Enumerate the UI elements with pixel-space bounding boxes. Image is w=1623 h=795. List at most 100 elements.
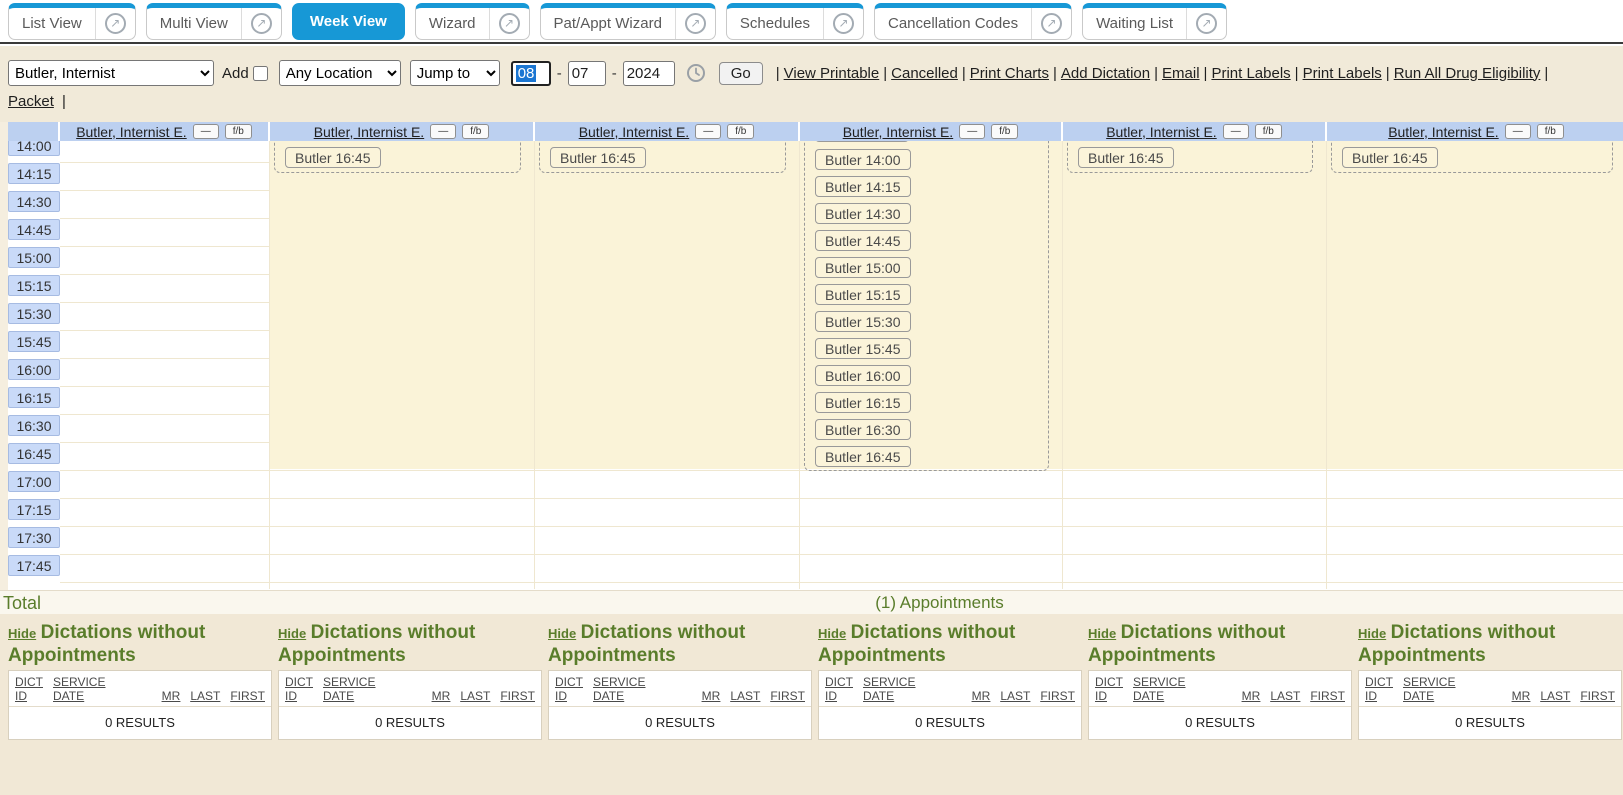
hide-link[interactable]: Hide <box>548 626 576 641</box>
column-header-dict-id[interactable]: DICTID <box>1365 675 1393 703</box>
column-header-service-date[interactable]: SERVICEDATE <box>53 675 105 703</box>
appointment-slot-button[interactable]: Butler 14:45 <box>815 230 911 251</box>
header-line[interactable]: SERVICE <box>593 675 645 689</box>
tab-label[interactable]: Week View <box>293 4 404 39</box>
header-line[interactable]: ID <box>825 689 853 703</box>
tab-label[interactable]: Cancellation Codes <box>875 8 1031 39</box>
tab-list-view[interactable]: List View↗ <box>8 3 136 40</box>
hide-link[interactable]: Hide <box>818 626 846 641</box>
column-header-first[interactable]: FIRST <box>1040 689 1075 703</box>
column-header-service-date[interactable]: SERVICEDATE <box>1133 675 1185 703</box>
provider-column-link[interactable]: Butler, Internist E. <box>579 124 690 140</box>
print-charts-link[interactable]: Print Charts <box>970 65 1049 82</box>
column-header-service-date[interactable]: SERVICEDATE <box>1403 675 1455 703</box>
header-line[interactable]: MR <box>972 689 991 703</box>
popout-button[interactable]: ↗ <box>1031 8 1071 39</box>
provider-column-link[interactable]: Butler, Internist E. <box>843 124 954 140</box>
header-line[interactable]: ID <box>555 689 583 703</box>
header-line[interactable]: DICT <box>1095 675 1123 689</box>
print-labels-link[interactable]: Print Labels <box>1303 65 1382 82</box>
collapse-column-button[interactable]: — <box>1505 124 1531 139</box>
print-labels-link[interactable]: Print Labels <box>1211 65 1290 82</box>
header-line[interactable]: ID <box>15 689 43 703</box>
column-header-dict-id[interactable]: DICTID <box>1095 675 1123 703</box>
collapse-column-button[interactable]: — <box>959 124 985 139</box>
header-line[interactable]: DATE <box>593 689 645 703</box>
collapse-column-button[interactable]: — <box>695 124 721 139</box>
tab-pat-appt-wizard[interactable]: Pat/Appt Wizard↗ <box>540 3 716 40</box>
fb-button[interactable]: f/b <box>1537 124 1564 139</box>
add-checkbox[interactable] <box>253 66 268 81</box>
hide-link[interactable]: Hide <box>1358 626 1386 641</box>
collapse-column-button[interactable]: — <box>430 124 456 139</box>
jump-to-select[interactable]: Jump to <box>410 60 500 86</box>
appointment-slot-button[interactable]: Butler 15:00 <box>815 257 911 278</box>
packet-link[interactable]: Packet <box>8 93 54 110</box>
tab-label[interactable]: Multi View <box>147 8 241 39</box>
clock-icon[interactable] <box>686 63 706 83</box>
run-all-drug-eligibility-link[interactable]: Run All Drug Eligibility <box>1394 65 1541 82</box>
header-line[interactable]: MR <box>162 689 181 703</box>
header-line[interactable]: ID <box>285 689 313 703</box>
column-header-mr[interactable]: MR <box>972 689 991 703</box>
tab-label[interactable]: Pat/Appt Wizard <box>541 8 675 39</box>
header-line[interactable]: DICT <box>15 675 43 689</box>
header-line[interactable]: DATE <box>863 689 915 703</box>
popout-button[interactable]: ↗ <box>1186 8 1226 39</box>
hide-link[interactable]: Hide <box>1088 626 1116 641</box>
fb-button[interactable]: f/b <box>727 124 754 139</box>
appointment-slot-button[interactable]: Butler 15:45 <box>815 338 911 359</box>
column-header-first[interactable]: FIRST <box>1310 689 1345 703</box>
popout-arrow-icon[interactable]: ↗ <box>1196 13 1217 34</box>
cancelled-link[interactable]: Cancelled <box>891 65 958 82</box>
header-line[interactable]: SERVICE <box>1403 675 1455 689</box>
popout-arrow-icon[interactable]: ↗ <box>105 13 126 34</box>
column-header-mr[interactable]: MR <box>1512 689 1531 703</box>
fb-button[interactable]: f/b <box>991 124 1018 139</box>
popout-arrow-icon[interactable]: ↗ <box>251 13 272 34</box>
fb-button[interactable]: f/b <box>225 124 252 139</box>
appointment-slot-button[interactable]: Butler 16:45 <box>815 446 911 467</box>
fb-button[interactable]: f/b <box>462 124 489 139</box>
header-line[interactable]: SERVICE <box>323 675 375 689</box>
date-month-input[interactable]: 08 <box>511 61 551 86</box>
tab-schedules[interactable]: Schedules↗ <box>726 3 864 40</box>
column-header-mr[interactable]: MR <box>162 689 181 703</box>
popout-button[interactable]: ↗ <box>675 8 715 39</box>
popout-button[interactable]: ↗ <box>241 8 281 39</box>
header-line[interactable]: DATE <box>323 689 375 703</box>
appointment-slot-button[interactable]: Butler 15:15 <box>815 284 911 305</box>
header-line[interactable]: LAST <box>1000 689 1030 703</box>
column-header-last[interactable]: LAST <box>460 689 490 703</box>
collapse-column-button[interactable]: — <box>193 124 219 139</box>
column-header-mr[interactable]: MR <box>702 689 721 703</box>
column-header-dict-id[interactable]: DICTID <box>555 675 583 703</box>
popout-button[interactable]: ↗ <box>95 8 135 39</box>
location-select[interactable]: Any Location <box>279 60 401 86</box>
column-header-last[interactable]: LAST <box>730 689 760 703</box>
appointment-slot-button[interactable]: Butler 16:45 <box>1342 147 1438 168</box>
column-header-first[interactable]: FIRST <box>230 689 265 703</box>
column-header-dict-id[interactable]: DICTID <box>825 675 853 703</box>
column-header-first[interactable]: FIRST <box>1580 689 1615 703</box>
provider-column-link[interactable]: Butler, Internist E. <box>314 124 425 140</box>
popout-arrow-icon[interactable]: ↗ <box>499 13 520 34</box>
header-line[interactable]: FIRST <box>230 689 265 703</box>
header-line[interactable]: MR <box>1512 689 1531 703</box>
appointment-slot-button[interactable]: Butler 16:45 <box>550 147 646 168</box>
header-line[interactable]: LAST <box>460 689 490 703</box>
appointment-slot-button[interactable]: Butler 15:30 <box>815 311 911 332</box>
popout-button[interactable]: ↗ <box>489 8 529 39</box>
appointment-slot-button[interactable]: Butler 16:30 <box>815 419 911 440</box>
header-line[interactable]: FIRST <box>770 689 805 703</box>
email-link[interactable]: Email <box>1162 65 1200 82</box>
header-line[interactable]: ID <box>1365 689 1393 703</box>
header-line[interactable]: MR <box>1242 689 1261 703</box>
column-header-service-date[interactable]: SERVICEDATE <box>863 675 915 703</box>
header-line[interactable]: FIRST <box>1580 689 1615 703</box>
header-line[interactable]: DATE <box>1403 689 1455 703</box>
column-header-last[interactable]: LAST <box>1270 689 1300 703</box>
column-header-dict-id[interactable]: DICTID <box>15 675 43 703</box>
tab-label[interactable]: Wizard <box>416 8 489 39</box>
fb-button[interactable]: f/b <box>1255 124 1282 139</box>
